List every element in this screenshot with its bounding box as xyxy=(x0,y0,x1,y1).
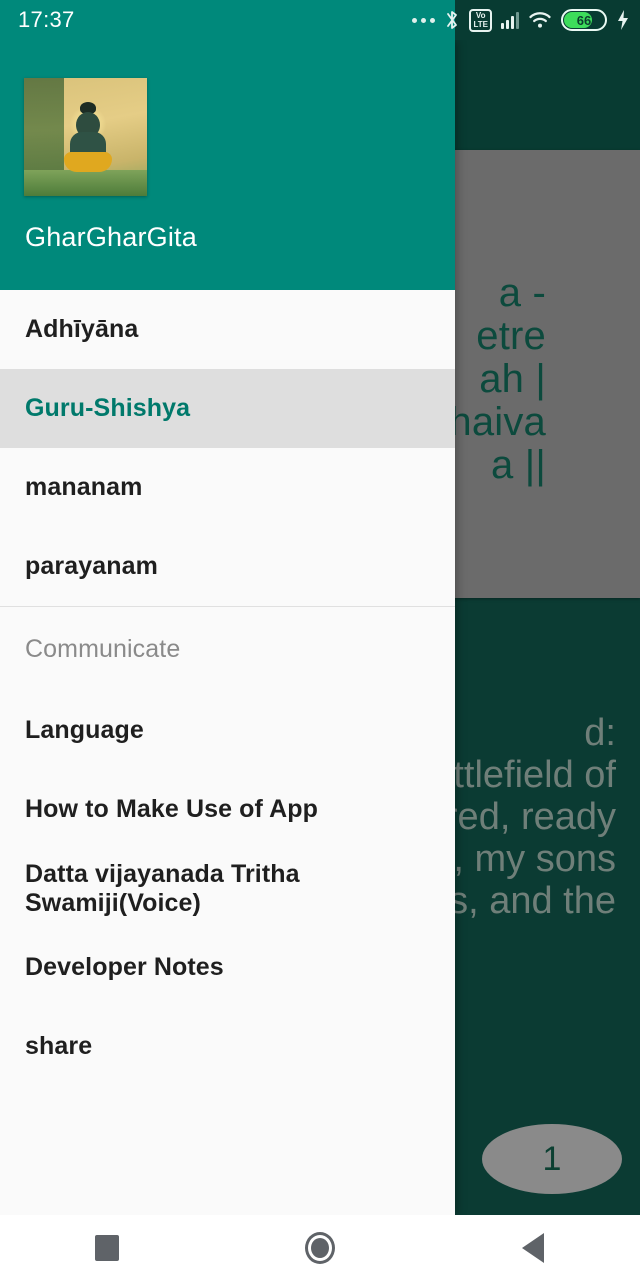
sidebar-item-language[interactable]: Language xyxy=(0,691,455,770)
navigation-drawer[interactable]: GharGharGita Adhīyāna Guru-Shishya manan… xyxy=(0,40,455,1215)
logo-dhoti-shape xyxy=(64,152,112,172)
back-button[interactable] xyxy=(488,1215,578,1280)
sidebar-item-label: mananam xyxy=(25,473,143,501)
status-icons: Vo LTE 66 xyxy=(412,0,630,40)
volte-top-label: Vo xyxy=(475,10,486,20)
sidebar-item-label: Datta vijayanada Tritha Swamiji(Voice) xyxy=(25,859,300,917)
sidebar-item-datta-vijayanada-tritha-swamiji-voice[interactable]: Datta vijayanada Tritha Swamiji(Voice) xyxy=(0,849,455,928)
krishna-thumbnail-icon xyxy=(24,78,147,196)
sidebar-item-label: share xyxy=(25,1032,93,1060)
sidebar-item-label: Guru-Shishya xyxy=(25,394,191,422)
sidebar-item-guru-shishya[interactable]: Guru-Shishya xyxy=(0,369,455,448)
phone-screen: a - etre ah | haiva a || d: ttlefield of… xyxy=(0,0,640,1280)
logo-grass-shape xyxy=(24,170,147,196)
back-triangle-icon xyxy=(522,1232,545,1263)
volte-icon: Vo LTE xyxy=(469,8,492,32)
sidebar-item-label: parayanam xyxy=(25,552,158,580)
drawer-secondary-section: Communicate Language How to Make Use of … xyxy=(0,607,455,1086)
sidebar-item-developer-notes[interactable]: Developer Notes xyxy=(0,928,455,1007)
sidebar-item-mananam[interactable]: mananam xyxy=(0,448,455,527)
battery-icon: 66 xyxy=(561,9,607,31)
recents-square-icon xyxy=(94,1234,119,1261)
system-navigation-bar xyxy=(0,1215,640,1280)
sidebar-item-share[interactable]: share xyxy=(0,1007,455,1086)
sidebar-item-label: Adhīyāna xyxy=(25,315,139,343)
home-button[interactable] xyxy=(275,1215,365,1280)
sidebar-item-adhiyana[interactable]: Adhīyāna xyxy=(0,290,455,369)
logo-figure-shape xyxy=(64,102,112,172)
charging-bolt-icon xyxy=(616,9,630,31)
home-circle-icon xyxy=(304,1231,335,1264)
drawer-primary-section: Adhīyāna Guru-Shishya mananam parayanam xyxy=(0,290,455,606)
sidebar-item-how-to-make-use-of-app[interactable]: How to Make Use of App xyxy=(0,770,455,849)
battery-percent-label: 66 xyxy=(576,12,592,28)
status-bar: 17:37 Vo LTE 66 xyxy=(0,0,640,40)
sidebar-item-label: Language xyxy=(25,716,144,744)
status-time: 17:37 xyxy=(18,7,75,32)
wifi-icon xyxy=(528,10,552,30)
sidebar-item-parayanam[interactable]: parayanam xyxy=(0,527,455,606)
more-dots-icon xyxy=(412,17,436,23)
recents-button[interactable] xyxy=(62,1215,152,1280)
signal-bars-icon xyxy=(501,11,519,29)
sidebar-item-label: Developer Notes xyxy=(25,953,224,981)
bluetooth-icon xyxy=(444,9,460,31)
page-number-badge[interactable]: 1 xyxy=(482,1124,622,1194)
drawer-header: GharGharGita xyxy=(0,40,455,290)
drawer-app-title: GharGharGita xyxy=(25,222,197,252)
sidebar-item-label: How to Make Use of App xyxy=(25,795,318,823)
drawer-section-header: Communicate xyxy=(25,634,181,663)
volte-bottom-label: LTE xyxy=(473,19,488,29)
